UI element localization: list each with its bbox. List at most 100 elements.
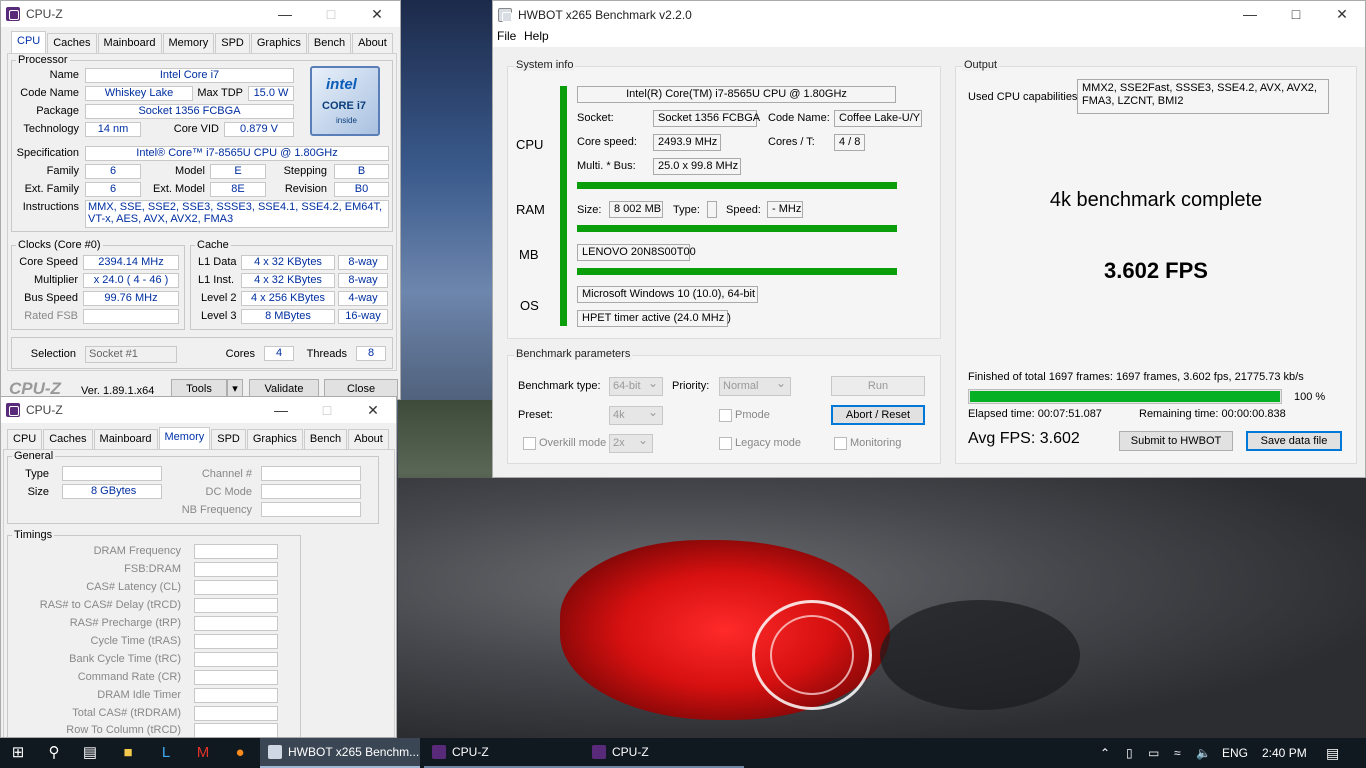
tab-graphics[interactable]: Graphics [246,429,303,449]
tab-mainboard[interactable]: Mainboard [97,33,162,53]
volume-icon[interactable]: 🔈 [1196,738,1211,768]
priority-select[interactable]: Normal [719,375,791,396]
close-icon[interactable]: ✕ [350,397,396,423]
tab-caches[interactable]: Caches [43,429,93,449]
timing-row-label: Command Rate (CR) [77,671,181,683]
battery-icon[interactable]: ▭ [1148,738,1159,768]
maximize-icon: □ [326,6,336,22]
language-indicator[interactable]: ENG [1222,738,1248,768]
window-title: CPU-Z [26,7,63,21]
cpuz2-titlebar[interactable]: CPU-Z — □ ✕ [1,397,396,423]
wifi-icon[interactable]: ≈ [1174,738,1181,768]
specification-label: Specification [16,147,79,159]
tab-mainboard[interactable]: Mainboard [93,429,158,449]
tab-bench[interactable]: Bench [303,429,348,449]
windows-start-icon[interactable]: ⊞ [0,738,36,768]
submit-hwbot-button[interactable]: Submit to HWBOT [1119,431,1233,451]
tab-graphics[interactable]: Graphics [250,33,307,53]
close-icon[interactable]: ✕ [354,1,400,27]
notifications-icon[interactable]: ▤ [1326,738,1339,768]
cpuz-app-icon [6,7,20,21]
tab-memory[interactable]: Memory [162,33,215,53]
dcmode-label: DC Mode [205,486,252,498]
abort-reset-button[interactable]: Abort / Reset [831,405,925,425]
tab-spd[interactable]: SPD [215,33,250,53]
timing-row-value [194,544,278,559]
tab-about[interactable]: About [352,33,393,53]
hwbot-titlebar[interactable]: HWBOT x265 Benchmark v2.2.0 — □ ✕ [493,1,1365,29]
size-label: Size [27,486,49,498]
maximize-icon[interactable]: □ [1273,1,1319,27]
overkill-checkbox[interactable] [523,437,536,450]
lenovo-app-icon[interactable]: L [148,738,184,768]
usb-icon[interactable]: ▯ [1126,738,1133,768]
mb-divider-bar [577,268,897,275]
progress-fill [970,391,1280,402]
benchtype-select[interactable]: 64-bit [609,375,663,396]
l1inst-way: 8-way [338,273,388,288]
family-value: 6 [85,164,141,179]
clock-time[interactable]: 2:40 PM [1262,738,1307,768]
l3-value: 8 MBytes [241,309,335,324]
technology-value: 14 nm [85,122,141,137]
taskbar-cpuz-2[interactable]: CPU-Z [584,738,744,768]
search-icon[interactable]: ⚲ [36,738,72,768]
os-value: Microsoft Windows 10 (10.0), 64-bit [577,286,758,303]
timer-value: HPET timer active (24.0 MHz ) [577,310,731,327]
chevron-up-icon[interactable]: ⌃ [1100,738,1110,768]
dcmode-value [261,484,361,499]
benchmark-progress-bar [968,389,1282,404]
monitoring-checkbox[interactable] [834,437,847,450]
preset-select[interactable]: 4k [609,404,663,425]
mb-section-label: MB [519,247,539,262]
save-data-button[interactable]: Save data file [1246,431,1342,451]
corevid-label: Core VID [173,123,219,135]
timing-row-value [194,706,278,721]
taskbar-cpuz-1[interactable]: CPU-Z [424,738,584,768]
timing-row-value [194,562,278,577]
l2-way: 4-way [338,291,388,306]
close-icon[interactable]: ✕ [1319,1,1365,27]
taskbar: ⊞ ⚲ ▤ ■ L M ● HWBOT x265 Benchm... CPU-Z… [0,738,1366,768]
general-group-title: General [12,450,56,462]
benchtype-label: Benchmark type: [518,380,601,392]
stepping-value: B [334,164,389,179]
cores-value: 4 [264,346,294,361]
multiplier-value: x 24.0 ( 4 - 46 ) [83,273,179,288]
sysinfo-vertical-bar [560,86,567,326]
timing-row-label: Cycle Time (tRAS) [90,635,181,647]
ram-type-label: Type: [673,204,700,216]
cpuz1-titlebar[interactable]: CPU-Z — □ ✕ [1,1,400,27]
tab-memory[interactable]: Memory [158,427,211,449]
mcafee-icon[interactable]: M [185,738,221,768]
run-button[interactable]: Run [831,376,925,396]
menu-help[interactable]: Help [524,29,549,43]
timing-row-value [194,652,278,667]
pmode-checkbox[interactable] [719,409,732,422]
legacy-checkbox[interactable] [719,437,732,450]
ratedfsb-value [83,309,179,324]
timing-row-label: RAS# Precharge (tRP) [69,617,181,629]
overkill-select[interactable]: 2x [609,432,653,453]
file-explorer-icon[interactable]: ■ [110,738,146,768]
l1data-value: 4 x 32 KBytes [241,255,335,270]
tab-about[interactable]: About [348,429,389,449]
pmode-label: Pmode [735,409,770,421]
selection-dropdown[interactable]: Socket #1 [85,346,177,363]
tab-spd[interactable]: SPD [211,429,246,449]
stepping-label: Stepping [283,165,327,177]
minimize-icon[interactable]: — [258,397,304,423]
timing-row-value [194,723,278,737]
minimize-icon[interactable]: — [1227,1,1273,27]
minimize-icon[interactable]: — [262,1,308,27]
menu-file[interactable]: File [497,29,516,43]
tab-cpu[interactable]: CPU [7,429,43,449]
firefox-icon[interactable]: ● [222,738,258,768]
taskbar-hwbot[interactable]: HWBOT x265 Benchm... [260,738,420,768]
benchmark-status: 4k benchmark complete [1049,189,1263,211]
task-view-icon[interactable]: ▤ [72,738,108,768]
tab-cpu[interactable]: CPU [11,31,47,53]
tab-caches[interactable]: Caches [47,33,97,53]
tab-bench[interactable]: Bench [307,33,352,53]
codename-label: Code Name [20,87,79,99]
